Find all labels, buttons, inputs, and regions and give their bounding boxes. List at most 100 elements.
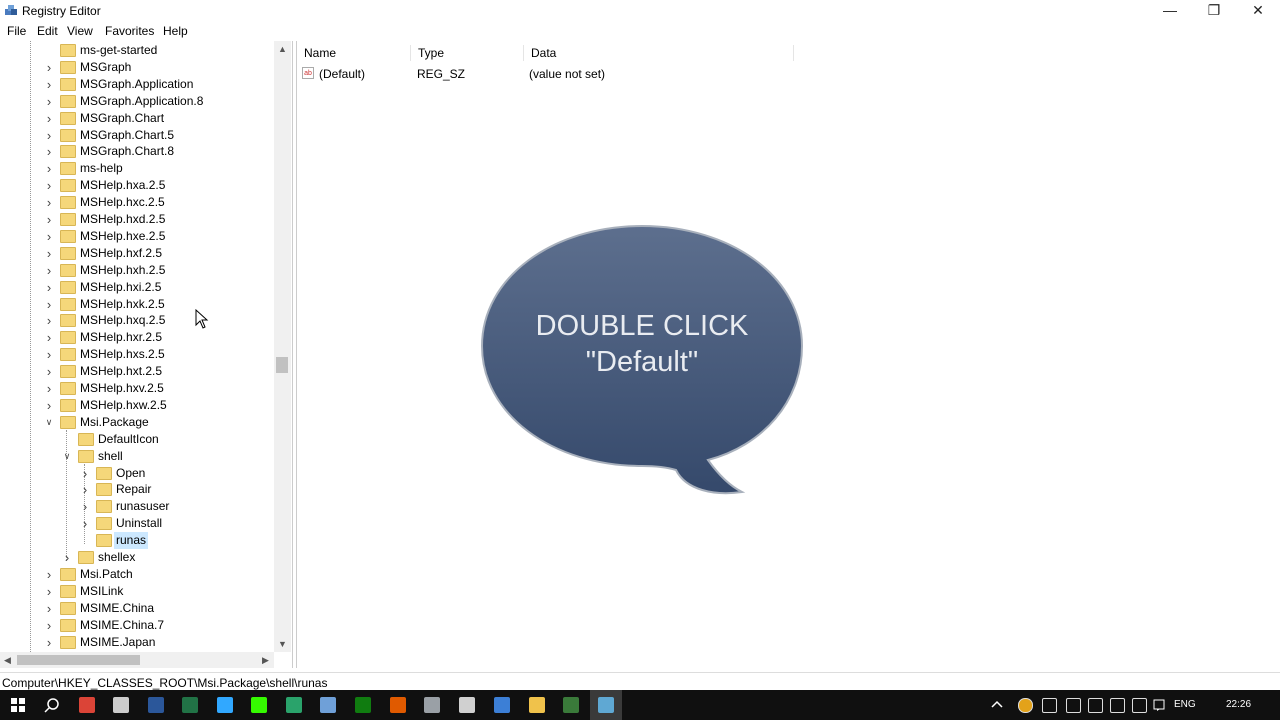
chevron-right-icon[interactable]: › bbox=[44, 380, 54, 397]
column-header-data[interactable]: Data bbox=[524, 45, 794, 61]
chevron-right-icon[interactable]: › bbox=[44, 397, 54, 414]
folder-icon bbox=[60, 398, 76, 412]
menu-edit[interactable]: Edit bbox=[37, 24, 58, 38]
clock[interactable]: 22:26 bbox=[1226, 699, 1251, 710]
chevron-right-icon[interactable]: › bbox=[62, 549, 72, 566]
tree-vertical-scrollbar[interactable]: ▲ ▼ bbox=[274, 41, 291, 652]
column-header-name[interactable]: Name bbox=[297, 45, 411, 61]
chevron-right-icon[interactable]: › bbox=[44, 634, 54, 651]
restore-button[interactable]: ❐ bbox=[1192, 0, 1236, 22]
tree-hscroll-thumb[interactable] bbox=[17, 655, 140, 665]
search-icon[interactable] bbox=[44, 697, 60, 713]
key-tree[interactable]: ms-get-started › MSGraph › MSGraph.Applicati… bbox=[0, 41, 293, 668]
folder-icon bbox=[60, 348, 76, 362]
chevron-right-icon[interactable]: › bbox=[44, 346, 54, 363]
tree-item-label: MSIME.China.7 bbox=[80, 617, 165, 632]
excel-icon[interactable] bbox=[182, 697, 198, 713]
tree-item-label: MSHelp.hxd.2.5 bbox=[80, 212, 166, 226]
volume-icon[interactable] bbox=[1088, 698, 1103, 713]
folder-icon bbox=[60, 415, 76, 429]
tree-item-label: shell bbox=[98, 448, 123, 463]
explorer-icon[interactable] bbox=[529, 697, 545, 713]
registry-active-icon[interactable] bbox=[598, 697, 614, 713]
menu-help[interactable]: Help bbox=[163, 24, 188, 38]
store-icon[interactable] bbox=[113, 697, 129, 713]
chevron-up-icon[interactable] bbox=[990, 698, 1004, 712]
chevron-right-icon[interactable]: › bbox=[44, 245, 54, 262]
notifications-icon[interactable] bbox=[1152, 698, 1166, 712]
chevron-right-icon[interactable]: › bbox=[44, 600, 54, 617]
chevron-right-icon[interactable]: › bbox=[44, 262, 54, 279]
bluetooth-icon[interactable] bbox=[1066, 698, 1081, 713]
chevron-right-icon[interactable]: › bbox=[80, 465, 90, 482]
tree-horizontal-scrollbar[interactable]: ◀ ▶ bbox=[0, 652, 274, 668]
scroll-left-icon[interactable]: ◀ bbox=[4, 655, 11, 666]
start-icon[interactable] bbox=[10, 697, 26, 713]
chrome-icon[interactable] bbox=[79, 697, 95, 713]
tree-item-label: MSHelp.hxq.2.5 bbox=[80, 313, 166, 328]
chevron-right-icon[interactable]: › bbox=[44, 363, 54, 380]
chevron-right-icon[interactable]: › bbox=[44, 617, 54, 634]
chevron-right-icon[interactable]: › bbox=[44, 143, 54, 160]
folder-icon bbox=[60, 601, 76, 615]
onedrive-icon[interactable] bbox=[1018, 698, 1033, 713]
tree-scroll-thumb[interactable] bbox=[276, 357, 288, 373]
language-indicator[interactable]: ENG bbox=[1174, 699, 1196, 710]
keyboard-icon[interactable] bbox=[1132, 698, 1147, 713]
calculator-icon[interactable] bbox=[459, 697, 475, 713]
tree-item-label: Open bbox=[116, 465, 146, 480]
chevron-right-icon[interactable]: › bbox=[44, 59, 54, 76]
chevron-right-icon[interactable]: › bbox=[44, 566, 54, 583]
maps-icon[interactable] bbox=[286, 697, 302, 713]
folder-icon bbox=[60, 618, 76, 632]
chevron-right-icon[interactable]: › bbox=[80, 481, 90, 498]
chevron-right-icon[interactable]: › bbox=[44, 211, 54, 228]
bubble-text-line2: "Default" bbox=[585, 346, 699, 378]
settings-icon[interactable] bbox=[424, 697, 440, 713]
value-data: (value not set) bbox=[529, 67, 606, 81]
regedit-icon[interactable] bbox=[320, 697, 336, 713]
chevron-right-icon[interactable]: › bbox=[44, 296, 54, 313]
folder-icon bbox=[96, 483, 112, 497]
folder-icon bbox=[96, 517, 112, 531]
terminal-icon[interactable] bbox=[563, 697, 579, 713]
sync-icon[interactable] bbox=[1042, 698, 1057, 713]
chevron-right-icon[interactable]: › bbox=[80, 498, 90, 515]
chevron-down-icon[interactable]: ∨ bbox=[44, 414, 54, 431]
xbox-icon[interactable] bbox=[355, 697, 371, 713]
media-icon[interactable] bbox=[390, 697, 406, 713]
network-icon[interactable] bbox=[494, 697, 510, 713]
menu-view[interactable]: View bbox=[67, 24, 93, 38]
tree-item-label: MSHelp.hxf.2.5 bbox=[80, 245, 163, 260]
scroll-down-icon[interactable]: ▼ bbox=[278, 639, 287, 649]
chevron-right-icon[interactable]: › bbox=[44, 329, 54, 346]
dreamweaver-icon[interactable] bbox=[251, 697, 267, 713]
chevron-right-icon[interactable]: › bbox=[44, 177, 54, 194]
chevron-right-icon[interactable]: › bbox=[44, 76, 54, 93]
chevron-down-icon[interactable]: ∨ bbox=[62, 448, 72, 465]
tree-item-label: runasuser bbox=[116, 499, 170, 514]
photoshop-icon[interactable] bbox=[217, 697, 233, 713]
chevron-right-icon[interactable]: › bbox=[44, 93, 54, 110]
chevron-right-icon[interactable]: › bbox=[80, 515, 90, 532]
scroll-right-icon[interactable]: ▶ bbox=[262, 655, 269, 666]
folder-icon bbox=[60, 94, 76, 108]
menu-favorites[interactable]: Favorites bbox=[105, 24, 154, 38]
word-icon[interactable] bbox=[148, 697, 164, 713]
column-header-type[interactable]: Type bbox=[411, 45, 524, 61]
menu-file[interactable]: File bbox=[7, 24, 26, 38]
chevron-right-icon[interactable]: › bbox=[44, 312, 54, 329]
chevron-right-icon[interactable]: › bbox=[44, 110, 54, 127]
network-status-icon[interactable] bbox=[1110, 698, 1125, 713]
chevron-right-icon[interactable]: › bbox=[44, 160, 54, 177]
chevron-right-icon[interactable]: › bbox=[44, 279, 54, 296]
chevron-right-icon[interactable]: › bbox=[44, 127, 54, 144]
chevron-right-icon[interactable]: › bbox=[44, 583, 54, 600]
folder-icon bbox=[60, 162, 76, 176]
minimize-button[interactable]: — bbox=[1148, 0, 1192, 22]
tree-item-label: MSGraph bbox=[80, 59, 132, 74]
chevron-right-icon[interactable]: › bbox=[44, 228, 54, 245]
chevron-right-icon[interactable]: › bbox=[44, 194, 54, 211]
close-button[interactable]: ✕ bbox=[1236, 0, 1280, 22]
scroll-up-icon[interactable]: ▲ bbox=[278, 44, 287, 54]
